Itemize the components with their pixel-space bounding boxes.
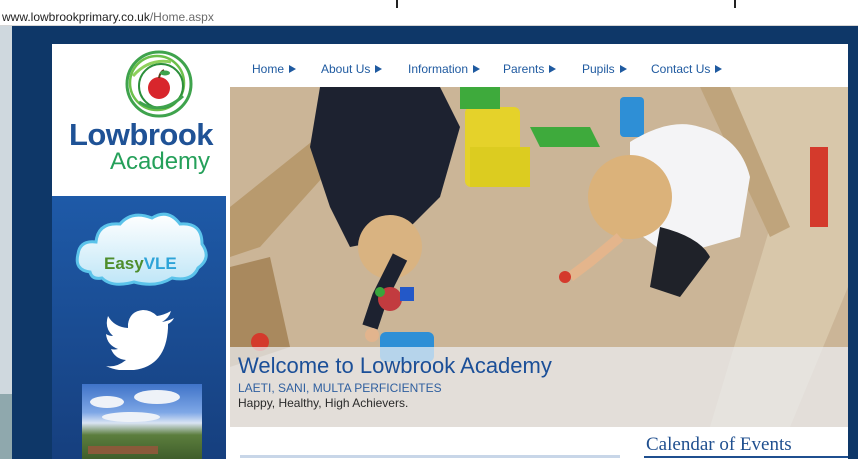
school-logo[interactable]: Lowbrook Academy [52, 44, 226, 196]
school-tagline: Happy, Healthy, High Achievers. [238, 396, 409, 410]
left-edge-strip [0, 26, 12, 459]
photo-cloud [134, 390, 180, 404]
browser-tab-strip [0, 0, 858, 8]
arrow-right-icon [289, 65, 297, 73]
school-motto: LAETI, SANI, MULTA PERFICIENTES [238, 381, 442, 395]
calendar-heading[interactable]: Calendar of Events [646, 434, 792, 456]
nav-label: About Us [321, 62, 371, 76]
calendar-underline [644, 456, 848, 458]
nav-about-us[interactable]: About Us [321, 62, 383, 76]
nav-home[interactable]: Home [252, 62, 297, 76]
address-bar[interactable]: www.lowbrookprimary.co.uk/Home.aspx [0, 8, 858, 26]
nav-pupils[interactable]: Pupils [582, 62, 627, 76]
sidebar: EasyVLE [52, 196, 226, 459]
page-background: Lowbrook Academy EasyVLE Home About Us I… [12, 26, 858, 459]
photo-building [88, 446, 158, 454]
hero-banner: Welcome to Lowbrook Academy LAETI, SANI,… [230, 87, 848, 427]
arrow-right-icon [473, 65, 481, 73]
welcome-title: Welcome to Lowbrook Academy [238, 353, 552, 378]
logo-subtitle: Academy [110, 148, 211, 175]
arrow-right-icon [715, 65, 723, 73]
cloud-icon [75, 212, 208, 286]
url-path: /Home.aspx [149, 10, 214, 24]
arrow-right-icon [375, 65, 383, 73]
arrow-right-icon [549, 65, 557, 73]
school-building-photo[interactable] [82, 384, 202, 459]
left-edge-accent [0, 394, 12, 459]
welcome-overlay: Welcome to Lowbrook Academy LAETI, SANI,… [230, 347, 848, 427]
nav-label: Contact Us [651, 62, 711, 76]
easy-vle-link[interactable]: EasyVLE [72, 206, 212, 292]
arrow-right-icon [619, 65, 627, 73]
nav-label: Pupils [582, 62, 615, 76]
nav-parents[interactable]: Parents [503, 62, 557, 76]
photo-cloud [102, 412, 160, 422]
easy-vle-label: EasyVLE [104, 254, 177, 274]
url-domain: www.lowbrookprimary.co.uk [2, 10, 150, 24]
nav-label: Information [408, 62, 469, 76]
apple-tree-icon [125, 50, 193, 118]
photo-cloud [90, 396, 124, 408]
browser-tab[interactable] [396, 0, 736, 8]
nav-information[interactable]: Information [408, 62, 481, 76]
content-divider [240, 455, 620, 458]
nav-contact-us[interactable]: Contact Us [651, 62, 723, 76]
content-panel: Lowbrook Academy EasyVLE Home About Us I… [52, 44, 848, 459]
easy-vle-suffix: VLE [143, 254, 177, 273]
twitter-bird-icon[interactable] [106, 310, 176, 370]
nav-label: Parents [503, 62, 545, 76]
nav-label: Home [252, 62, 285, 76]
easy-vle-prefix: Easy [104, 254, 144, 273]
